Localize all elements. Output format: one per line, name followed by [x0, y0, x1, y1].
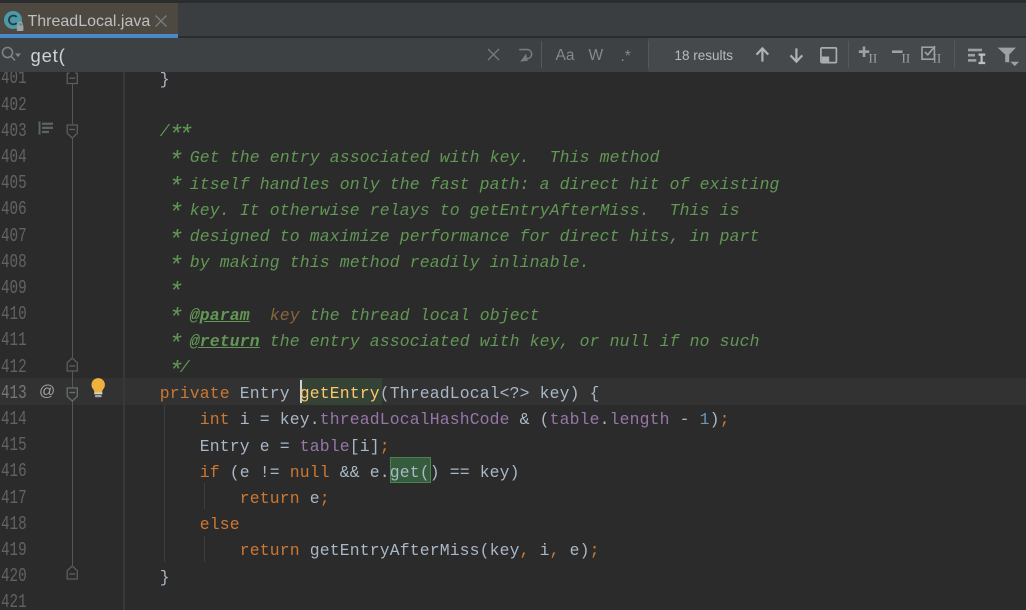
svg-text:II: II	[869, 51, 878, 66]
svg-text:II: II	[933, 51, 942, 66]
svg-text:II: II	[902, 51, 911, 66]
